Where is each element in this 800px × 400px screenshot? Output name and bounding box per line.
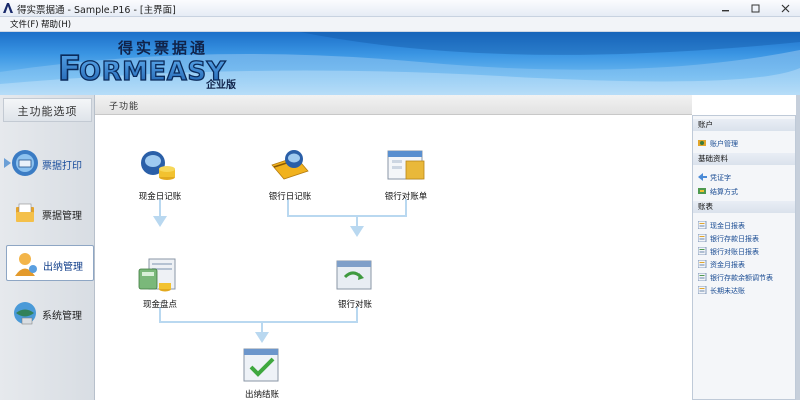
nav-item-cashier-manage[interactable]: 出纳管理 [6, 245, 94, 281]
folder-icon [16, 203, 34, 222]
link-label: 银行存款余额调节表 [710, 274, 773, 282]
banner: F ORMEASY 得实票据通 企业版 [0, 32, 800, 95]
link-label: 长期未达账 [710, 287, 745, 295]
system-icon [14, 302, 36, 325]
report-icon [698, 221, 707, 229]
report-icon [698, 234, 707, 242]
menu-bar: 文件(F) 帮助(H) [0, 17, 800, 32]
task-panel: 账户 账户管理 基础资料 凭证字 结算方式 账表 现金日报表 银行存款日报表 银… [692, 115, 796, 400]
flow-node-label: 银行对账单 [384, 192, 428, 202]
flow-node-label: 现金盘点 [142, 300, 177, 310]
flow-node-cash-count[interactable]: 现金盘点 [120, 255, 200, 310]
link-bank-balance-adjust-report[interactable]: 银行存款余额调节表 [698, 273, 773, 284]
minimize-icon [721, 10, 729, 12]
link-account-manage[interactable]: 账户管理 [698, 139, 738, 150]
link-voucher[interactable]: 凭证字 [698, 173, 731, 184]
flow-node-cashier-close[interactable]: 出纳结账 [222, 345, 302, 400]
section-reports: 账表 [693, 201, 795, 213]
nav-item-label: 票据打印 [42, 161, 82, 172]
bank-journal-icon [271, 150, 309, 180]
nav-item-label: 票据管理 [42, 211, 82, 222]
link-label: 银行存款日报表 [710, 235, 759, 243]
close-icon [781, 4, 789, 13]
voucher-icon [698, 173, 707, 181]
bank-reconcile-icon [336, 260, 372, 290]
window-right-edge [796, 95, 800, 400]
flow-node-bank-journal[interactable]: 银行日记账 [250, 147, 330, 202]
maximize-button[interactable] [740, 0, 770, 17]
report-icon [698, 286, 707, 294]
link-settlement[interactable]: 结算方式 [698, 187, 738, 198]
logo-letter-f: F [58, 49, 81, 89]
close-button[interactable] [770, 0, 800, 17]
flow-node-label: 银行日记账 [268, 192, 312, 202]
main-function-panel: 主功能选项 票据打印 票据管理 出纳管理 系统管理 [0, 95, 95, 400]
link-label: 凭证字 [710, 174, 731, 182]
nav-item-system-manage[interactable]: 系统管理 [6, 295, 92, 331]
flow-node-cash-journal[interactable]: 现金日记账 [120, 147, 200, 202]
cash-journal-icon [141, 151, 175, 180]
link-label: 结算方式 [710, 188, 738, 196]
menu-help[interactable]: 帮助(H) [41, 18, 71, 30]
section-basic-data: 基础资料 [693, 153, 795, 165]
window-title: 得实票据通 - Sample.P16 - [主界面] [17, 5, 176, 16]
flow-node-label: 现金日记账 [138, 192, 182, 202]
report-icon [698, 260, 707, 268]
app-window: 得实票据通 - Sample.P16 - [主界面] 文件(F) 帮助(H) F… [0, 0, 800, 400]
minimize-button[interactable] [710, 0, 740, 17]
banner-edition: 企业版 [206, 80, 236, 91]
menu-file[interactable]: 文件(F) [10, 18, 39, 30]
sub-function-header: 子功能 [95, 95, 692, 115]
link-label: 现金日报表 [710, 222, 745, 230]
flow-node-label: 银行对账 [337, 300, 372, 310]
cashier-close-icon [243, 348, 279, 382]
link-long-outstanding[interactable]: 长期未达账 [698, 286, 745, 297]
report-icon [698, 247, 707, 255]
flow-arrow-icon [153, 216, 167, 227]
nav-item-ticket-print[interactable]: 票据打印 [4, 145, 92, 181]
report-icon [698, 273, 707, 281]
nav-item-ticket-manage[interactable]: 票据管理 [6, 195, 92, 231]
banner-chinese-title: 得实票据通 [118, 39, 209, 57]
nav-item-label: 出纳管理 [43, 262, 83, 273]
nav-item-label: 系统管理 [42, 311, 82, 322]
cash-count-icon [138, 258, 176, 292]
title-bar: 得实票据通 - Sample.P16 - [主界面] [0, 0, 800, 17]
settlement-icon [698, 188, 706, 194]
sub-function-header-label: 子功能 [109, 102, 140, 112]
sub-function-area: 子功能 现金日记账 银行日记账 银行对账单 现金盘点 银行对账 出纳结账 [95, 95, 692, 400]
link-label: 账户管理 [710, 140, 738, 148]
right-panel-spacer [692, 95, 796, 115]
app-logo-icon [3, 3, 13, 13]
logo-rest: ORMEASY [79, 57, 227, 87]
link-label: 银行对账日报表 [710, 248, 759, 256]
link-cash-daily-report[interactable]: 现金日报表 [698, 221, 745, 232]
link-bank-reconcile-daily-report[interactable]: 银行对账日报表 [698, 247, 759, 258]
section-account: 账户 [693, 119, 795, 131]
flow-node-bank-reconcile[interactable]: 银行对账 [315, 255, 395, 310]
main-function-header-label: 主功能选项 [17, 105, 78, 118]
account-icon [698, 140, 706, 146]
flow-node-label: 出纳结账 [244, 390, 279, 400]
flow-arrow-icon [255, 332, 269, 343]
bank-statement-icon [387, 150, 425, 180]
flow-arrow-icon [350, 226, 364, 237]
link-bank-deposit-daily-report[interactable]: 银行存款日报表 [698, 234, 759, 245]
user-icon [15, 253, 37, 276]
flow-node-bank-statement[interactable]: 银行对账单 [366, 147, 446, 202]
link-funds-monthly-report[interactable]: 资金月报表 [698, 260, 745, 271]
maximize-icon [751, 4, 759, 13]
main-function-header: 主功能选项 [3, 98, 92, 122]
link-label: 资金月报表 [710, 261, 745, 269]
printer-icon [12, 150, 38, 176]
